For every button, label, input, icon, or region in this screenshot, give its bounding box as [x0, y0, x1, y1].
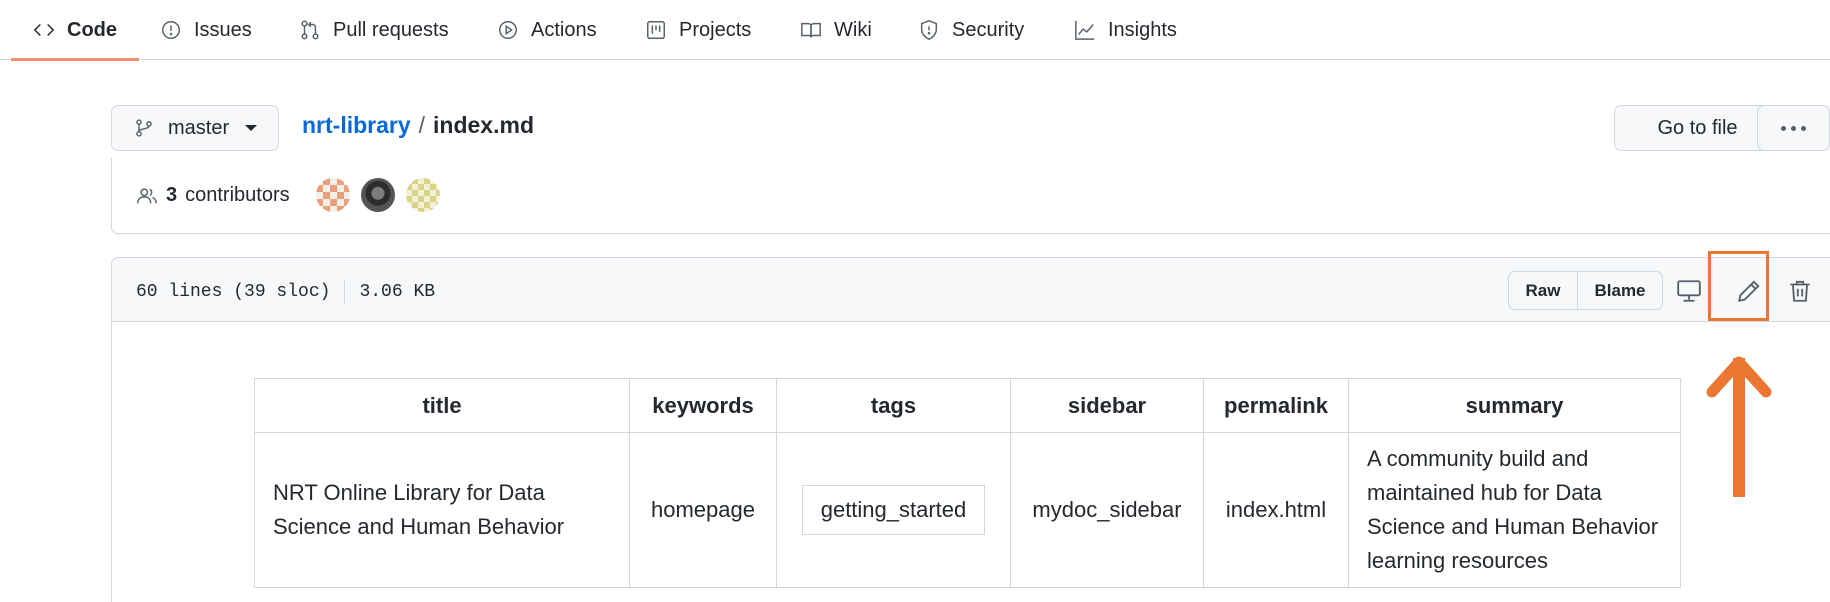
edit-highlight-annotation [1708, 251, 1769, 321]
people-icon [137, 187, 157, 203]
avatar[interactable] [406, 178, 440, 212]
tab-label: Wiki [834, 18, 872, 41]
column-header-title: title [254, 378, 630, 433]
cell-permalink: index.html [1203, 432, 1349, 588]
blame-button[interactable]: Blame [1578, 272, 1662, 309]
tab-label: Insights [1108, 18, 1177, 41]
tab-security[interactable]: Security [918, 0, 1024, 60]
column-header-sidebar: sidebar [1010, 378, 1204, 433]
tag-item: getting_started [801, 485, 986, 535]
contributors-box: 3 contributors [111, 158, 1830, 234]
raw-button[interactable]: Raw [1509, 272, 1578, 309]
tab-issues[interactable]: Issues [160, 0, 252, 60]
avatar[interactable] [316, 178, 350, 212]
shield-icon [920, 20, 938, 40]
column-header-keywords: keywords [629, 378, 777, 433]
column-header-summary: summary [1348, 378, 1681, 433]
cell-title: NRT Online Library for Data Science and … [254, 432, 630, 588]
issue-icon [162, 21, 180, 39]
trash-icon [1790, 280, 1810, 302]
tab-label: Code [67, 18, 117, 41]
tab-label: Pull requests [333, 18, 449, 41]
more-options-button[interactable] [1757, 105, 1830, 151]
contributors-count: 3 [166, 184, 178, 206]
tab-wiki[interactable]: Wiki [800, 0, 872, 60]
desktop-icon [1677, 280, 1701, 302]
front-matter-table: title keywords tags sidebar permalink su… [254, 378, 1681, 588]
tab-label: Security [952, 18, 1025, 41]
breadcrumb-separator: / [418, 112, 426, 138]
display-source-button[interactable] [1676, 278, 1702, 304]
go-to-file-button[interactable]: Go to file [1614, 105, 1781, 151]
pull-request-icon [301, 20, 319, 40]
tab-code[interactable]: Code [11, 0, 139, 61]
column-header-tags: tags [776, 378, 1011, 433]
file-info: 60 lines (39 sloc) 3.06 KB [136, 280, 435, 304]
contributors-summary[interactable]: 3 contributors [136, 184, 290, 207]
tab-actions[interactable]: Actions [497, 0, 597, 60]
play-icon [499, 21, 517, 39]
avatar[interactable] [361, 178, 395, 212]
graph-icon [1075, 20, 1095, 40]
file-size: 3.06 KB [359, 282, 436, 302]
cell-keywords: homepage [629, 432, 777, 588]
contributors-label: contributors [185, 184, 290, 206]
tab-label: Actions [531, 18, 597, 41]
breadcrumb-repo-link[interactable]: nrt-library [302, 112, 411, 139]
file-header: 60 lines (39 sloc) 3.06 KB Raw Blame [112, 258, 1830, 322]
column-header-permalink: permalink [1203, 378, 1349, 433]
project-icon [647, 21, 665, 39]
code-icon [33, 23, 55, 37]
caret-down-icon [245, 125, 258, 131]
table-row: NRT Online Library for Data Science and … [254, 432, 1681, 588]
branch-name: master [168, 116, 230, 139]
breadcrumb: nrt-library / index.md [302, 112, 534, 139]
branch-select-button[interactable]: master [111, 105, 279, 151]
breadcrumb-file-name: index.md [433, 112, 534, 138]
raw-blame-group: Raw Blame [1508, 271, 1663, 310]
tab-insights[interactable]: Insights [1074, 0, 1177, 60]
delete-file-button[interactable] [1787, 278, 1813, 304]
up-arrow-annotation [1706, 356, 1772, 497]
tab-projects[interactable]: Projects [645, 0, 751, 60]
table-header-row: title keywords tags sidebar permalink su… [254, 378, 1681, 433]
branch-icon [136, 119, 152, 137]
cell-summary: A community build and maintained hub for… [1348, 432, 1681, 588]
tab-pull-requests[interactable]: Pull requests [299, 0, 449, 60]
kebab-icon [1781, 125, 1786, 131]
cell-sidebar: mydoc_sidebar [1010, 432, 1204, 588]
tab-label: Projects [679, 18, 752, 41]
repo-nav: Code Issues Pull requests Actions Projec… [0, 0, 1830, 61]
divider [344, 280, 346, 304]
cell-tags: getting_started [776, 432, 1011, 588]
book-icon [801, 22, 821, 38]
file-line-count: 60 lines (39 sloc) [136, 282, 331, 302]
tab-label: Issues [194, 18, 252, 41]
